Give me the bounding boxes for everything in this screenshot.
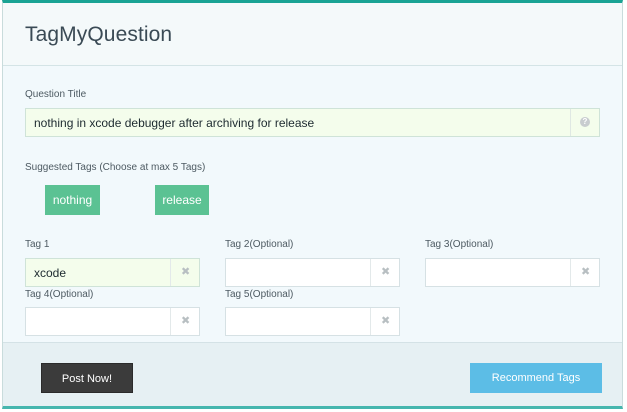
tag-3-input[interactable]: ✖ <box>425 258 600 287</box>
suggested-tag-chip[interactable]: nothing <box>45 185 100 215</box>
tag-4-input[interactable]: ✖ <box>25 307 200 336</box>
tag-3-clear-button[interactable]: ✖ <box>570 259 599 286</box>
close-icon: ✖ <box>381 315 391 327</box>
tag-4-clear-button[interactable]: ✖ <box>170 308 199 335</box>
post-now-button[interactable]: Post Now! <box>41 363 133 393</box>
question-title-value: nothing in xcode debugger after archivin… <box>34 116 315 130</box>
suggested-tags-label: Suggested Tags (Choose at max 5 Tags) <box>25 162 206 173</box>
tag-5-clear-button[interactable]: ✖ <box>370 308 399 335</box>
close-icon: ✖ <box>181 315 191 327</box>
recommend-tags-button[interactable]: Recommend Tags <box>470 363 602 393</box>
panel-footer: Post Now! Recommend Tags <box>3 342 622 406</box>
close-icon: ✖ <box>381 266 391 278</box>
question-title-input[interactable]: nothing in xcode debugger after archivin… <box>25 108 600 137</box>
tag-2-clear-button[interactable]: ✖ <box>370 259 399 286</box>
suggested-tag-chip[interactable]: release <box>155 185 209 215</box>
tag-1-label: Tag 1 <box>25 239 50 250</box>
tag-2-label: Tag 2(Optional) <box>225 239 294 250</box>
tag-5-label: Tag 5(Optional) <box>225 289 294 300</box>
tag-my-question-panel: TagMyQuestion Question Title nothing in … <box>2 0 623 409</box>
close-icon: ✖ <box>181 266 191 278</box>
question-help-button[interactable]: ? <box>570 109 599 136</box>
tag-1-value: xcode <box>34 266 67 280</box>
panel-body: Question Title nothing in xcode debugger… <box>3 66 622 342</box>
tag-3-label: Tag 3(Optional) <box>425 239 494 250</box>
tag-2-input[interactable]: ✖ <box>225 258 400 287</box>
panel-header: TagMyQuestion <box>3 3 622 66</box>
question-circle-icon: ? <box>580 117 590 127</box>
tag-5-input[interactable]: ✖ <box>225 307 400 336</box>
page-title: TagMyQuestion <box>25 23 173 46</box>
tag-4-label: Tag 4(Optional) <box>25 289 94 300</box>
question-title-label: Question Title <box>25 89 87 100</box>
close-icon: ✖ <box>581 266 591 278</box>
tag-1-clear-button[interactable]: ✖ <box>170 259 199 286</box>
tag-1-input[interactable]: xcode ✖ <box>25 258 200 287</box>
